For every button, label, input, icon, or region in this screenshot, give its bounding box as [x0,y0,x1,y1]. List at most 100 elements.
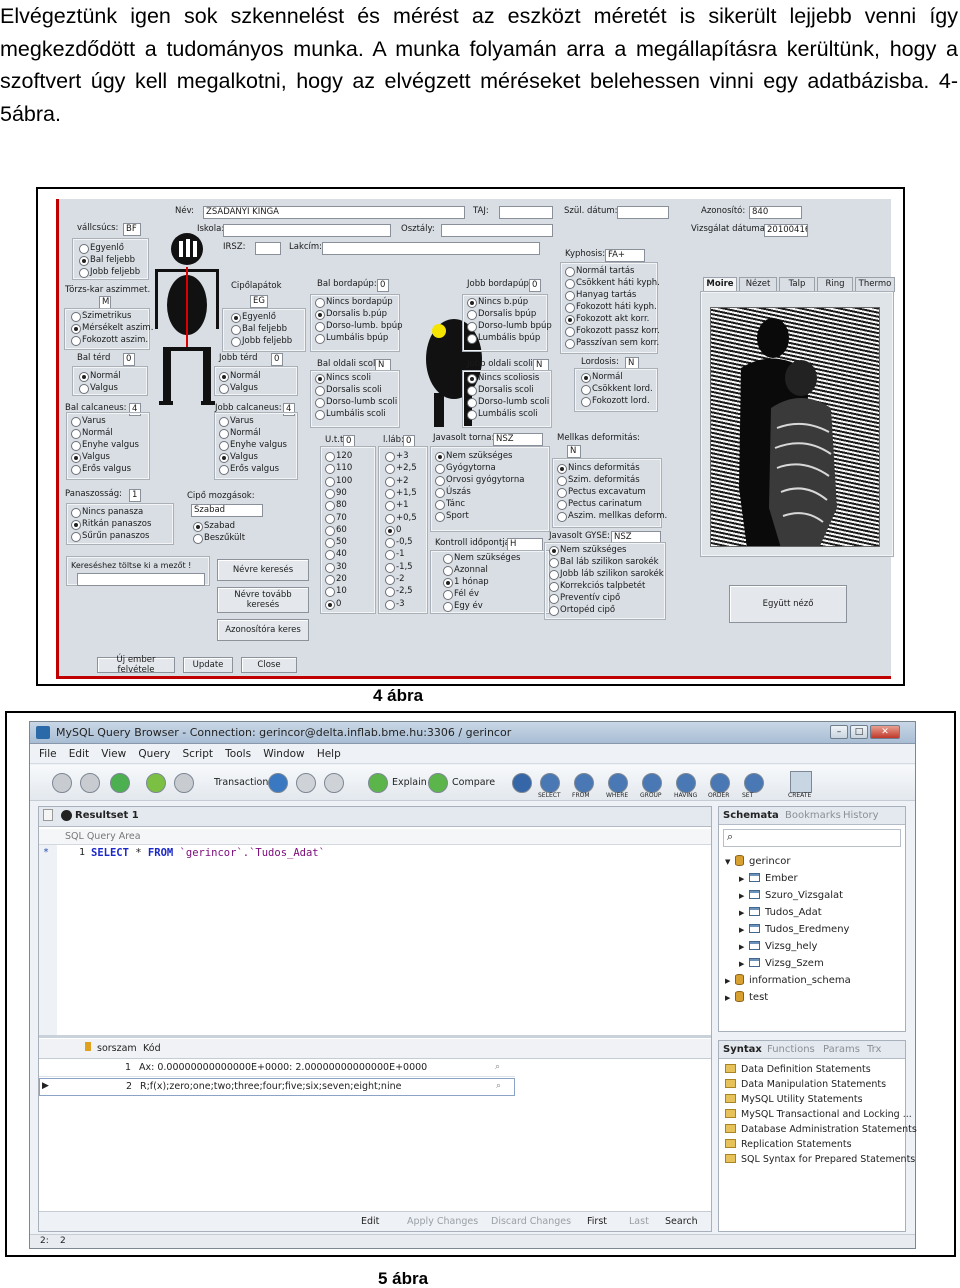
bal-calc-opt[interactable]: Varus [71,416,106,427]
schema-db[interactable]: ▶ information_schema [725,972,851,990]
magnifier-icon[interactable]: ⌕ [496,1081,501,1091]
cipo-value[interactable]: EG [250,295,268,308]
kyphosis-opt[interactable]: Normál tartás [565,266,634,277]
first-button[interactable]: First [587,1216,607,1227]
utt-opt[interactable]: 70 [325,513,347,524]
utt-opt[interactable]: 80 [325,500,347,512]
update-button[interactable]: Update [183,657,233,673]
clause-select-icon[interactable] [540,773,560,793]
cipo-opt[interactable]: Egyenlő [231,312,276,323]
utt-opt[interactable]: 100 [325,476,352,487]
search-field[interactable] [77,573,205,586]
bal-scoli-opt[interactable]: Dorsalis scoli [315,385,382,396]
stop-icon[interactable] [174,773,194,793]
menu-edit[interactable]: Edit [69,744,89,764]
table-row[interactable]: 1 Ax: 0.00000000000000E+0000: 2.00000000… [39,1059,515,1077]
torzs-opt[interactable]: Fokozott aszim. [71,335,148,346]
gyse-opt[interactable]: Preventív cipő [549,593,620,604]
jobb-bord-value[interactable]: 0 [529,279,541,292]
lab-opt[interactable]: +2,5 [385,463,417,475]
school-field[interactable] [223,224,391,237]
schema-search-input[interactable]: ⌕ [723,829,901,847]
expand-icon[interactable]: ▶ [739,922,749,939]
bal-bord-value[interactable]: 0 [377,279,389,292]
zip-field[interactable] [255,242,281,255]
tab-bookmarks[interactable]: Bookmarks [785,810,841,821]
utt-opt[interactable]: 50 [325,537,347,549]
menu-window[interactable]: Window [263,744,304,764]
edit-button[interactable]: Edit [361,1216,379,1227]
cipo-mozg-opt[interactable]: Beszűkült [193,533,245,544]
lab-opt[interactable]: +1 [385,500,409,512]
jobb-calc-opt[interactable]: Valgus [219,452,258,463]
bal-bord-opt[interactable]: Lumbális bpúp [315,333,388,344]
utt-opt[interactable]: 40 [325,549,347,561]
cipo-opt[interactable]: Bal feljebb [231,324,287,335]
tab-schemata[interactable]: Schemata [723,810,779,821]
schema-table[interactable]: ▶ Ember [739,870,798,888]
jobb-terd-opt[interactable]: Valgus [219,383,258,394]
bal-terd-value[interactable]: 0 [123,353,135,366]
torna-opt[interactable]: Gyógytorna [435,463,496,474]
lab-opt[interactable]: -3 [385,599,404,610]
kyphosis-opt[interactable]: Fokozott akt korr. [565,314,649,325]
lab-opt[interactable]: 0 [385,525,401,536]
minimize-icon[interactable]: – [830,725,848,739]
utt-opt[interactable]: 90 [325,488,347,499]
clause-group-icon[interactable] [642,773,662,793]
create-icon[interactable] [790,771,812,793]
lab-opt[interactable]: -1,5 [385,562,413,573]
jobb-scoli-opt[interactable]: Dorso-lumb scoli [467,397,549,408]
execute-icon[interactable] [146,773,166,793]
jobb-bord-opt[interactable]: Dorsalis bpúp [467,309,536,320]
expand-icon[interactable]: ▶ [739,905,749,922]
torna-opt[interactable]: Orvosi gyógytorna [435,475,524,486]
jobb-terd-opt[interactable]: Normál [219,371,261,382]
clause-having-icon[interactable] [676,773,696,793]
lab-opt[interactable]: +2 [385,476,409,487]
start-transaction-icon[interactable] [268,773,288,793]
lordosis-opt[interactable]: Normál [581,372,623,383]
torna-value[interactable]: NSZ [493,433,543,446]
utt-opt[interactable]: 0 [325,599,341,610]
tab-functions[interactable]: Functions [767,1044,815,1055]
close-icon[interactable]: ✕ [870,725,900,739]
kyphosis-opt[interactable]: Csökkent háti kyph. [565,278,660,289]
expand-icon[interactable]: ▶ [725,973,735,990]
jobb-bord-opt[interactable]: Dorso-lumb bpúp [467,321,552,332]
panasz-opt[interactable]: Nincs panasza [71,507,143,518]
lordosis-opt[interactable]: Csökkent lord. [581,384,653,395]
new-person-button[interactable]: Új ember felvétele [97,655,175,675]
exam-date-field[interactable]: 20100416 [764,224,808,237]
tab-moire[interactable]: Moire [703,277,737,292]
kyphosis-opt[interactable]: Hanyag tartás [565,290,636,301]
jobb-calc-opt[interactable]: Normál [219,428,261,439]
expand-icon[interactable]: ▶ [739,939,749,956]
name-search-button[interactable]: Névre keresés [217,559,309,581]
discard-changes-button[interactable]: Discard Changes [491,1216,571,1227]
address-field[interactable] [322,242,540,255]
clause-from-icon[interactable] [574,773,594,793]
jobb-calc-opt[interactable]: Enyhe valgus [219,440,287,451]
bal-calc-opt[interactable]: Valgus [71,452,110,463]
gyse-opt[interactable]: Korrekciós talpbetét [549,581,645,592]
jobb-scoli-opt[interactable]: Nincs scoliosis [467,373,539,384]
lab-opt[interactable]: +0,5 [385,513,417,524]
clause-where-icon[interactable] [608,773,628,793]
maximize-icon[interactable]: □ [850,725,868,739]
lab-opt[interactable]: -2,5 [385,586,413,598]
mellkas-opt[interactable]: Pectus excavatum [557,487,646,498]
jobb-bord-opt[interactable]: Nincs b.púp [467,297,528,308]
lab-opt[interactable]: -2 [385,574,404,585]
kontroll-opt[interactable]: Egy év [443,601,483,612]
panasz-opt[interactable]: Sűrűn panaszos [71,531,149,542]
lab-opt[interactable]: +3 [385,451,409,462]
expand-icon[interactable]: ▶ [739,956,749,973]
schema-db[interactable]: ▼ gerincor [725,853,790,871]
bal-scoli-opt[interactable]: Dorso-lumb scoli [315,397,397,408]
vallcsucs-value[interactable]: BF [123,223,141,236]
torna-opt[interactable]: Nem szükséges [435,451,512,462]
birth-date-field[interactable] [617,206,669,219]
mellkas-opt[interactable]: Aszim. mellkas deform. [557,511,667,522]
jobb-terd-value[interactable]: 0 [271,353,283,366]
